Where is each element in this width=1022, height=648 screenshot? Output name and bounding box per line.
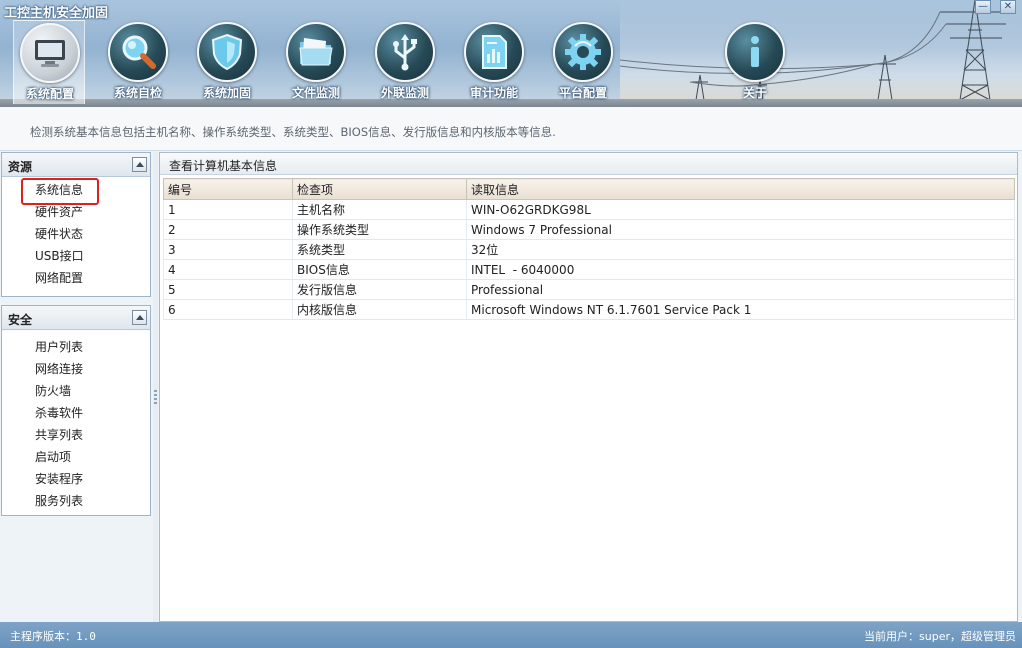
table-row[interactable]: 4 BIOS信息 INTEL - 6040000 — [163, 259, 1015, 280]
sidebar-item-hardware-assets[interactable]: 硬件资产 — [2, 201, 150, 223]
nav-item-platform-config[interactable]: 平台配置 — [547, 20, 619, 104]
cell-read-info: INTEL - 6040000 — [466, 259, 1015, 280]
security-panel-header[interactable]: 安全 — [2, 306, 150, 330]
nav-item-self-check[interactable]: 系统自检 — [102, 20, 174, 104]
nav-label: 审计功能 — [469, 86, 518, 100]
nav-label: 外联监测 — [380, 86, 429, 100]
cell-check-item: 发行版信息 — [292, 279, 467, 300]
nav-label: 系统自检 — [113, 86, 162, 100]
sidebar-item-service-list[interactable]: 服务列表 — [2, 490, 150, 512]
status-bar: 主程序版本：1.0 当前用户：super，超级管理员 — [0, 622, 1022, 648]
resources-panel-title: 资源 — [8, 160, 33, 174]
nav-label: 文件监测 — [291, 86, 340, 100]
usb-icon — [375, 22, 435, 82]
shield-icon — [197, 22, 257, 82]
page-description-bar: 检测系统基本信息包括主机名称、操作系统类型、系统类型、BIOS信息、发行版信息和… — [0, 107, 1022, 151]
main-content: 查看计算机基本信息 编号 检查项 读取信息 1 主机名称 WIN-O62GRDK… — [159, 152, 1018, 622]
cell-number: 1 — [163, 199, 293, 220]
content-header: 查看计算机基本信息 — [160, 153, 1017, 175]
cell-check-item: 系统类型 — [292, 239, 467, 260]
sidebar-item-usb[interactable]: USB接口 — [2, 245, 150, 267]
table-row[interactable]: 3 系统类型 32位 — [163, 239, 1015, 260]
cell-read-info: Microsoft Windows NT 6.1.7601 Service Pa… — [466, 299, 1015, 320]
sidebar-item-antivirus[interactable]: 杀毒软件 — [2, 402, 150, 424]
nav-item-file-monitor[interactable]: 文件监测 — [280, 20, 352, 104]
nav-label: 系统配置 — [25, 87, 74, 101]
sidebar-item-firewall[interactable]: 防火墙 — [2, 380, 150, 402]
collapse-resources-button[interactable] — [132, 157, 147, 172]
sidebar-item-installed-programs[interactable]: 安装程序 — [2, 468, 150, 490]
cell-check-item: 操作系统类型 — [292, 219, 467, 240]
cell-read-info: 32位 — [466, 239, 1015, 260]
table-row[interactable]: 6 内核版信息 Microsoft Windows NT 6.1.7601 Se… — [163, 299, 1015, 320]
audit-document-icon — [464, 22, 524, 82]
monitor-icon — [20, 23, 80, 83]
cell-number: 6 — [163, 299, 293, 320]
version-text: 主程序版本：1.0 — [10, 630, 96, 643]
sidebar-item-startup[interactable]: 启动项 — [2, 446, 150, 468]
security-panel-title: 安全 — [8, 313, 33, 327]
cell-number: 3 — [163, 239, 293, 260]
table-row[interactable]: 2 操作系统类型 Windows 7 Professional — [163, 219, 1015, 240]
resources-panel: 资源 系统信息 硬件资产 硬件状态 USB接口 网络配置 — [1, 152, 151, 297]
sidebar-item-system-info[interactable]: 系统信息 — [2, 178, 150, 205]
main-nav: 系统配置 系统自检 系统加固 文件监测 外联监测 审计功能 平台配置 关于 — [13, 20, 813, 104]
app-header: 工控主机安全加固 — ✕ 系统配置 系统自检 系统加固 文件监测 外联监测 审计… — [0, 0, 1022, 107]
folder-icon — [286, 22, 346, 82]
sidebar-item-user-list[interactable]: 用户列表 — [2, 336, 150, 358]
cell-number: 4 — [163, 259, 293, 280]
column-header-number[interactable]: 编号 — [163, 178, 293, 200]
sidebar: 资源 系统信息 硬件资产 硬件状态 USB接口 网络配置 安全 用户列表 网络连… — [0, 152, 153, 622]
security-panel: 安全 用户列表 网络连接 防火墙 杀毒软件 共享列表 启动项 安装程序 服务列表 — [1, 305, 151, 516]
page-description: 检测系统基本信息包括主机名称、操作系统类型、系统类型、BIOS信息、发行版信息和… — [30, 125, 556, 139]
cell-read-info: WIN-O62GRDKG98L — [466, 199, 1015, 220]
nav-item-about[interactable]: 关于 — [719, 20, 791, 104]
sidebar-item-network-connections[interactable]: 网络连接 — [2, 358, 150, 380]
nav-label: 系统加固 — [202, 86, 251, 100]
resources-panel-header[interactable]: 资源 — [2, 153, 150, 177]
sidebar-item-share-list[interactable]: 共享列表 — [2, 424, 150, 446]
gear-icon — [553, 22, 613, 82]
nav-item-system-config[interactable]: 系统配置 — [13, 20, 85, 104]
window-title: 工控主机安全加固 — [4, 6, 109, 21]
sidebar-item-hardware-status[interactable]: 硬件状态 — [2, 223, 150, 245]
table-row[interactable]: 1 主机名称 WIN-O62GRDKG98L — [163, 199, 1015, 220]
content-title: 查看计算机基本信息 — [169, 159, 278, 173]
column-header-check-item[interactable]: 检查项 — [292, 178, 467, 200]
cell-read-info: Windows 7 Professional — [466, 219, 1015, 240]
nav-item-audit[interactable]: 审计功能 — [458, 20, 530, 104]
nav-item-hardening[interactable]: 系统加固 — [191, 20, 263, 104]
nav-label: 关于 — [742, 86, 767, 100]
collapse-security-button[interactable] — [132, 310, 147, 325]
splitter-grip-icon — [154, 390, 157, 406]
cell-check-item: BIOS信息 — [292, 259, 467, 280]
nav-label: 平台配置 — [558, 86, 607, 100]
magnifier-icon — [108, 22, 168, 82]
cell-check-item: 主机名称 — [292, 199, 467, 220]
current-user-text: 当前用户：super，超级管理员 — [864, 630, 1016, 643]
sidebar-splitter[interactable] — [153, 152, 158, 622]
system-info-table: 编号 检查项 读取信息 1 主机名称 WIN-O62GRDKG98L 2 操作系… — [163, 178, 1015, 320]
close-button[interactable]: ✕ — [1000, 0, 1016, 14]
cell-number: 5 — [163, 279, 293, 300]
sidebar-item-network-config[interactable]: 网络配置 — [2, 267, 150, 289]
table-header-row: 编号 检查项 读取信息 — [163, 178, 1015, 200]
minimize-button[interactable]: — — [975, 0, 991, 14]
table-row[interactable]: 5 发行版信息 Professional — [163, 279, 1015, 300]
nav-item-external-monitor[interactable]: 外联监测 — [369, 20, 441, 104]
cell-number: 2 — [163, 219, 293, 240]
cell-check-item: 内核版信息 — [292, 299, 467, 320]
info-icon — [725, 22, 785, 82]
cell-read-info: Professional — [466, 279, 1015, 300]
column-header-read-info[interactable]: 读取信息 — [466, 178, 1015, 200]
